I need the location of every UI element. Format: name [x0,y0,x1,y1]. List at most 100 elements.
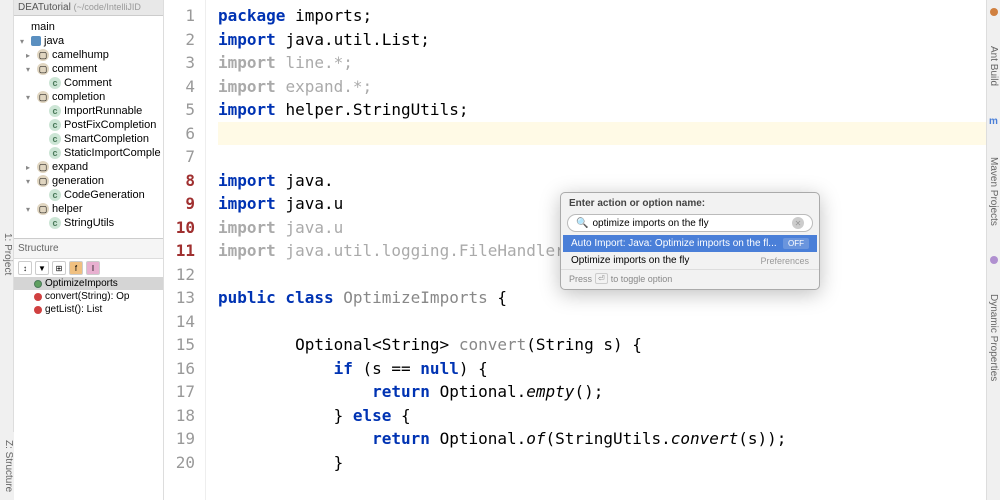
inherit-icon[interactable]: I [86,261,100,275]
tree-item[interactable]: cCodeGeneration [16,188,161,202]
expand-icon[interactable]: ⊞ [52,261,66,275]
code-line[interactable]: } else { [218,404,986,428]
class-icon: c [49,189,61,201]
return-key-icon: ⏎ [595,273,608,284]
code-editor[interactable]: 1234567891011121314151617181920 package … [164,0,986,500]
code-line[interactable]: Optional<String> convert(String s) { [218,333,986,357]
tree-label: StaticImportComple [64,147,161,159]
tree-label: expand [52,161,88,173]
tree-label: main [31,21,55,33]
dynamic-icon [990,256,998,264]
structure-toolbar[interactable]: ↕ ▼ ⊞ f I [14,259,163,277]
project-path: (~/code/IntelliJID [74,2,141,12]
right-tool-gutter[interactable]: Ant Build m Maven Projects Dynamic Prope… [986,0,1000,500]
tree-item[interactable]: ▾java [16,34,161,48]
ant-build-tab[interactable]: Ant Build [988,46,999,86]
popup-results[interactable]: Auto Import: Java: Optimize imports on t… [563,235,817,269]
tree-item[interactable]: ▾▢completion [16,90,161,104]
project-tool-gutter[interactable]: 1: Project [0,0,14,500]
tree-item[interactable]: cImportRunnable [16,104,161,118]
pref-label: Preferences [760,256,809,266]
project-tree[interactable]: main▾java▸▢camelhump▾▢commentcComment▾▢c… [14,16,163,234]
tree-item[interactable]: ▾▢generation [16,174,161,188]
popup-search-input[interactable] [592,218,788,229]
arrow-icon: ▸ [26,163,34,172]
tree-label: java [44,35,64,47]
package-icon: ▢ [37,49,49,61]
tree-item[interactable]: cStaticImportComple [16,146,161,160]
result-label: Auto Import: Java: Optimize imports on t… [571,238,777,249]
popup-result-item[interactable]: Auto Import: Java: Optimize imports on t… [563,235,817,252]
code-line[interactable]: return Optional.of(StringUtils.convert(s… [218,427,986,451]
tree-item[interactable]: main [16,20,161,34]
code-line[interactable]: import java. [218,169,986,193]
arrow-icon: ▾ [26,205,34,214]
structure-tool-gutter[interactable]: Z: Structure [0,432,14,500]
popup-title: Enter action or option name: [561,193,819,212]
package-icon: ▢ [37,203,49,215]
java-icon [31,36,41,46]
tree-label: CodeGeneration [64,189,145,201]
tree-label: generation [52,175,104,187]
code-line[interactable]: package imports; [218,4,986,28]
maven-icon: m [989,116,998,127]
clear-icon[interactable]: ✕ [792,217,804,229]
package-icon: ▢ [37,161,49,173]
tree-item[interactable]: ▾▢comment [16,62,161,76]
code-line[interactable]: return Optional.empty(); [218,380,986,404]
tree-label: Comment [64,77,112,89]
code-line[interactable] [218,122,986,146]
code-line[interactable]: import line.*; [218,51,986,75]
tree-label: SmartCompletion [64,133,149,145]
tree-item[interactable]: cPostFixCompletion [16,118,161,132]
field-icon[interactable]: f [69,261,83,275]
structure-item[interactable]: getList(): List [14,303,163,316]
tree-item[interactable]: ▾▢helper [16,202,161,216]
arrow-icon: ▸ [26,51,34,60]
structure-tree[interactable]: OptimizeImportsconvert(String): OpgetLis… [14,277,163,316]
maven-tab[interactable]: Maven Projects [988,157,999,226]
package-icon: ▢ [37,63,49,75]
tree-item[interactable]: ▸▢camelhump [16,48,161,62]
method-icon [34,293,42,301]
code-line[interactable]: import helper.StringUtils; [218,98,986,122]
find-action-popup: Enter action or option name: 🔍 ✕ Auto Im… [560,192,820,290]
filter-icon[interactable]: ▼ [35,261,49,275]
method-icon [34,306,42,314]
tree-item[interactable]: cComment [16,76,161,90]
class-icon: c [49,133,61,145]
structure-label: convert(String): Op [45,291,129,302]
toggle-badge[interactable]: OFF [783,238,809,249]
code-line[interactable]: if (s == null) { [218,357,986,381]
structure-title: Structure [14,239,163,259]
line-gutter: 1234567891011121314151617181920 [164,0,206,500]
class-icon: c [49,217,61,229]
class-icon [34,280,42,288]
arrow-icon: ▾ [26,93,34,102]
popup-search-box[interactable]: 🔍 ✕ [567,214,813,232]
structure-item[interactable]: OptimizeImports [14,277,163,290]
code-line[interactable] [218,310,986,334]
popup-result-item[interactable]: Optimize imports on the flyPreferences [563,252,817,269]
code-line[interactable]: import java.util.List; [218,28,986,52]
tree-item[interactable]: cSmartCompletion [16,132,161,146]
structure-item[interactable]: convert(String): Op [14,290,163,303]
class-icon: c [49,105,61,117]
sort-icon[interactable]: ↕ [18,261,32,275]
class-icon: c [49,119,61,131]
code-line[interactable] [218,145,986,169]
popup-footer: Press ⏎ to toggle option [561,269,819,289]
project-header: DEATutorial (~/code/IntelliJID [14,0,163,16]
tree-label: comment [52,63,97,75]
class-icon: c [49,77,61,89]
code-line[interactable]: } [218,451,986,475]
tree-label: PostFixCompletion [64,119,156,131]
package-icon: ▢ [37,91,49,103]
tree-label: camelhump [52,49,109,61]
tree-item[interactable]: ▸▢expand [16,160,161,174]
project-sidebar: DEATutorial (~/code/IntelliJID main▾java… [14,0,164,500]
dynamic-tab[interactable]: Dynamic Properties [988,294,999,381]
tree-item[interactable]: cStringUtils [16,216,161,230]
arrow-icon: ▾ [26,177,34,186]
code-line[interactable]: import expand.*; [218,75,986,99]
